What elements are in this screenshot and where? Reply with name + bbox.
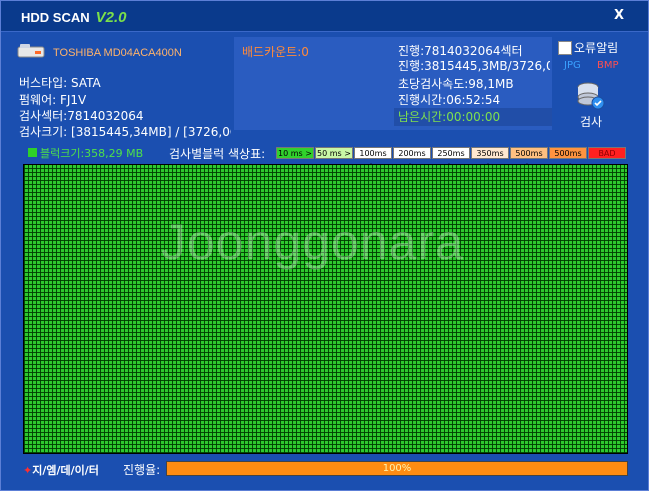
legend-swatch: 10 ms >	[276, 147, 314, 159]
watermark-text: Joonggonara	[161, 214, 464, 270]
scan-size: 검사크기: [3815445,34MB] / [3726,0GB]	[19, 125, 231, 139]
legend-swatch: 500ms >	[510, 147, 548, 170]
progress-bar: 100%	[166, 461, 628, 476]
jpg-option[interactable]: JPG	[564, 60, 581, 71]
progress-label: 진행율:	[123, 463, 161, 477]
scan-button[interactable]: 검사	[580, 113, 602, 130]
block-size: 블럭크기:358,29 MB	[40, 147, 144, 160]
app-name: HDD SCAN	[21, 10, 90, 25]
hard-drive-icon	[17, 44, 45, 58]
title-bar[interactable]: HDD SCAN V2.0 X	[1, 1, 648, 32]
remaining-time: 남은시간:00:00:00	[394, 108, 552, 126]
drive-model: TOSHIBA MD04ACA400N	[53, 47, 182, 59]
brand-label: ✦지/엠/데/이/터	[23, 462, 99, 478]
scan-sectors: 검사섹터:7814032064	[19, 109, 144, 123]
progress-percent: 100%	[382, 463, 412, 474]
firmware: 펌웨어: FJ1V	[19, 93, 87, 107]
legend-swatch: 350ms >	[471, 147, 509, 170]
legend-title: 검사별블럭 색상표:	[169, 147, 266, 161]
block-map-grid	[23, 164, 628, 454]
app-version: V2.0	[95, 9, 127, 26]
legend-swatch: 200ms >	[393, 147, 431, 170]
block-size-swatch	[28, 148, 37, 157]
brand-star-icon: ✦	[23, 464, 33, 477]
bad-count: 배드카운트:0	[242, 45, 309, 59]
progress-size: 진행:3815445,3MB/3726,0GB	[398, 59, 550, 73]
brand-name: 지/엠/데/이/터	[32, 464, 99, 477]
elapsed-time: 진행시간:06:52:54	[398, 93, 501, 107]
close-button[interactable]: X	[607, 6, 631, 26]
app-title: HDD SCAN V2.0	[21, 9, 126, 26]
error-alarm-label[interactable]: 오류알림	[574, 39, 618, 56]
legend-swatch: BAD	[588, 147, 626, 159]
scan-icon[interactable]	[574, 81, 606, 111]
bus-type: 버스타입: SATA	[19, 76, 101, 90]
status-panel: 배드카운트:0 진행:7814032064섹터 진행:3815445,3MB/3…	[234, 37, 552, 130]
bmp-option[interactable]: BMP	[597, 60, 619, 71]
legend-swatch: 500ms <	[549, 147, 587, 170]
error-alarm-checkbox[interactable]	[558, 41, 572, 55]
legend-swatch: 250ms >	[432, 147, 470, 170]
hdd-scan-window: HDD SCAN V2.0 X TOSHIBA MD04ACA400N 버스타입:…	[0, 0, 649, 491]
legend-swatch: 50 ms >	[315, 147, 353, 159]
legend-swatch: 100ms >	[354, 147, 392, 170]
scan-speed: 초당검사속도:98,1MB	[398, 77, 514, 91]
